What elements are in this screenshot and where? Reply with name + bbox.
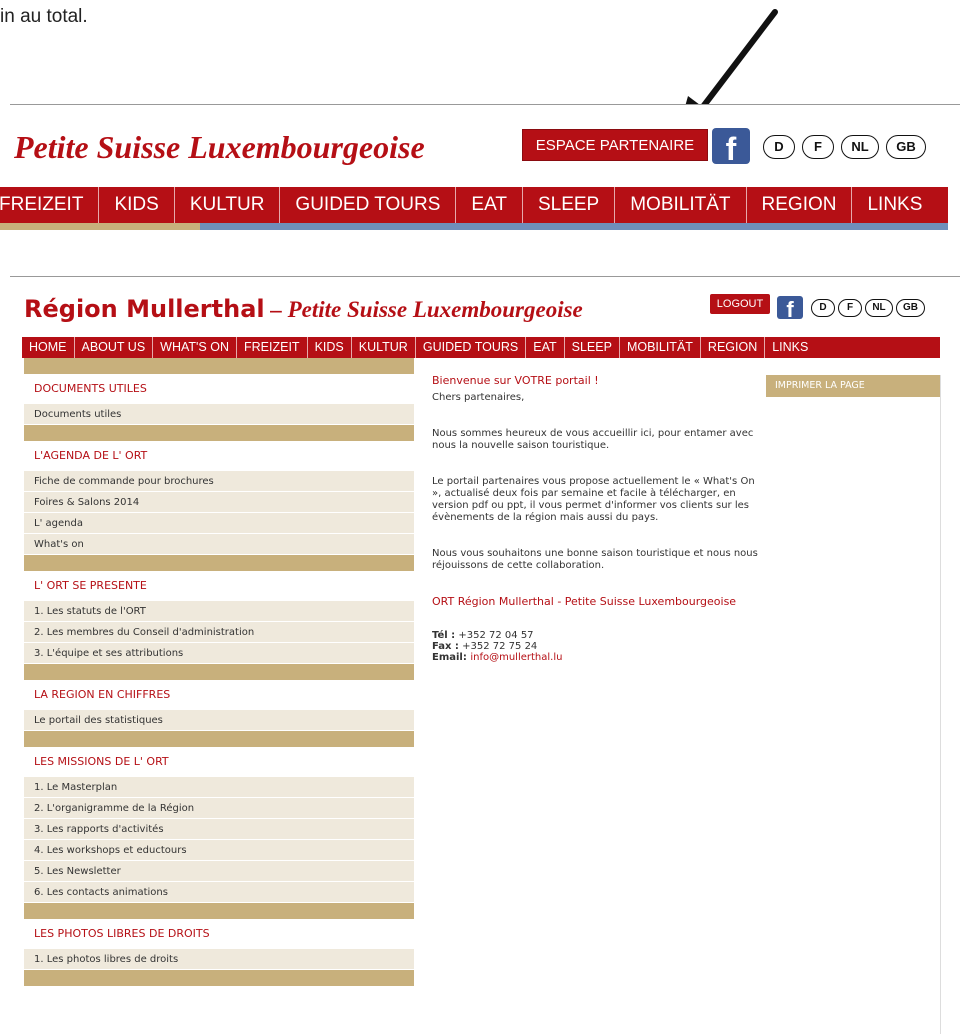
sidebar-item[interactable]: 1. Les statuts de l'ORT <box>24 601 414 622</box>
fax-label: Fax : <box>432 641 459 652</box>
fax-value: +352 72 75 24 <box>458 641 538 652</box>
sidebar-item[interactable]: 2. L'organigramme de la Région <box>24 798 414 819</box>
sidebar-item[interactable]: Le portail des statistiques <box>24 710 414 731</box>
contact-block: Tél : +352 72 04 57 Fax : +352 72 75 24 … <box>432 630 563 663</box>
tel-label: Tél : <box>432 630 456 641</box>
nav-region[interactable]: REGION <box>701 337 766 358</box>
sidebar-heading: LA REGION EN CHIFFRES <box>24 680 414 710</box>
logo-sub-text: – Petite Suisse Luxembourgeoise <box>264 297 583 322</box>
sidebar-item[interactable]: 3. Les rapports d'activités <box>24 819 414 840</box>
facebook-icon[interactable]: f <box>777 296 803 319</box>
email-label: Email <box>432 652 463 663</box>
nav-freizeit[interactable]: FREIZEIT <box>237 337 308 358</box>
tel-value: +352 72 04 57 <box>455 630 534 641</box>
sidebar-item[interactable]: Documents utiles <box>24 404 414 425</box>
sidebar-item[interactable]: 6. Les contacts animations <box>24 882 414 903</box>
section-band <box>24 425 414 441</box>
organization-name: ORT Région Mullerthal - Petite Suisse Lu… <box>432 595 737 608</box>
nav-kids[interactable]: KIDS <box>308 337 352 358</box>
nav-guided-tours[interactable]: GUIDED TOURS <box>416 337 527 358</box>
sidebar-item[interactable]: L' agenda <box>24 513 414 534</box>
sidebar-item[interactable]: 3. L'équipe et ses attributions <box>24 643 414 664</box>
sidebar: DOCUMENTS UTILES Documents utiles L'AGEN… <box>24 358 414 986</box>
nav-kultur[interactable]: KULTUR <box>352 337 416 358</box>
logout-button[interactable]: LOGOUT <box>710 294 770 314</box>
main-nav-zoomed: FREIZEIT KIDS KULTUR GUIDED TOURS EAT SL… <box>0 187 948 223</box>
logo-main-text: Région Mullerthal <box>24 295 265 323</box>
main-content: Bienvenue sur VOTRE portail ! Chers part… <box>432 374 762 664</box>
section-band <box>24 731 414 747</box>
paragraph: Le portail partenaires vous propose actu… <box>432 476 755 523</box>
nav-links[interactable]: LINKS <box>765 337 815 358</box>
sidebar-heading: LES MISSIONS DE L' ORT <box>24 747 414 777</box>
decor-strip <box>0 223 200 230</box>
sidebar-item[interactable]: Fiche de commande pour brochures <box>24 471 414 492</box>
document-text: in au total. <box>0 6 88 27</box>
decor-strip <box>200 223 948 230</box>
nav-mobilitat[interactable]: MOBILITÄT <box>615 187 747 223</box>
section-band <box>24 358 414 374</box>
welcome-heading: Bienvenue sur VOTRE portail ! <box>432 374 599 387</box>
zoomed-header-crop: Petite Suisse Luxembourgeoise ESPACE PAR… <box>0 105 948 230</box>
main-nav: HOME ABOUT US WHAT'S ON FREIZEIT KIDS KU… <box>22 337 940 358</box>
nav-region[interactable]: REGION <box>747 187 853 223</box>
nav-whats-on[interactable]: WHAT'S ON <box>153 337 237 358</box>
nav-eat[interactable]: EAT <box>456 187 523 223</box>
nav-about-us[interactable]: ABOUT US <box>75 337 154 358</box>
nav-freizeit[interactable]: FREIZEIT <box>0 187 100 223</box>
section-band <box>24 555 414 571</box>
nav-home[interactable]: HOME <box>22 337 75 358</box>
greeting-text: Chers partenaires, <box>432 392 525 403</box>
nav-kids[interactable]: KIDS <box>99 187 175 223</box>
lang-f-button[interactable]: F <box>838 299 862 317</box>
nav-links[interactable]: LINKS <box>852 187 937 223</box>
nav-sleep[interactable]: SLEEP <box>565 337 620 358</box>
espace-partenaire-button[interactable]: ESPACE PARTENAIRE <box>522 129 708 161</box>
sidebar-heading: L'AGENDA DE L' ORT <box>24 441 414 471</box>
lang-nl-button[interactable]: NL <box>865 299 893 317</box>
sidebar-item[interactable]: 5. Les Newsletter <box>24 861 414 882</box>
nav-mobilitat[interactable]: MOBILITÄT <box>620 337 701 358</box>
nav-guided-tours[interactable]: GUIDED TOURS <box>280 187 457 223</box>
nav-kultur[interactable]: KULTUR <box>175 187 281 223</box>
lang-gb-button[interactable]: GB <box>896 299 925 317</box>
sidebar-heading: DOCUMENTS UTILES <box>24 374 414 404</box>
sidebar-item[interactable]: What's on <box>24 534 414 555</box>
lang-f-button[interactable]: F <box>802 135 834 159</box>
print-page-button[interactable]: IMPRIMER LA PAGE <box>766 375 940 397</box>
lang-d-button[interactable]: D <box>763 135 795 159</box>
lang-nl-button[interactable]: NL <box>841 135 879 159</box>
sidebar-item[interactable]: Foires & Salons 2014 <box>24 492 414 513</box>
site-title-zoomed: Petite Suisse Luxembourgeoise <box>14 129 425 165</box>
section-band <box>24 903 414 919</box>
right-column: IMPRIMER LA PAGE <box>766 375 941 1034</box>
email-link[interactable]: info@mullerthal.lu <box>470 652 562 663</box>
lang-gb-button[interactable]: GB <box>886 135 926 159</box>
partner-portal-page: Région Mullerthal – Petite Suisse Luxemb… <box>0 277 960 1034</box>
sidebar-item[interactable]: 2. Les membres du Conseil d'administrati… <box>24 622 414 643</box>
sidebar-heading: LES PHOTOS LIBRES DE DROITS <box>24 919 414 949</box>
sidebar-item[interactable]: 1. Les photos libres de droits <box>24 949 414 970</box>
section-band <box>24 664 414 680</box>
sidebar-item[interactable]: 4. Les workshops et eductours <box>24 840 414 861</box>
section-band <box>24 970 414 986</box>
facebook-icon[interactable]: f <box>712 128 750 164</box>
site-logo[interactable]: Région Mullerthal – Petite Suisse Luxemb… <box>24 295 583 323</box>
sidebar-item[interactable]: 1. Le Masterplan <box>24 777 414 798</box>
lang-d-button[interactable]: D <box>811 299 835 317</box>
paragraph: Nous sommes heureux de vous accueillir i… <box>432 428 754 451</box>
paragraph: Nous vous souhaitons une bonne saison to… <box>432 548 758 571</box>
nav-sleep[interactable]: SLEEP <box>523 187 616 223</box>
sidebar-heading: L' ORT SE PRESENTE <box>24 571 414 601</box>
nav-eat[interactable]: EAT <box>526 337 565 358</box>
